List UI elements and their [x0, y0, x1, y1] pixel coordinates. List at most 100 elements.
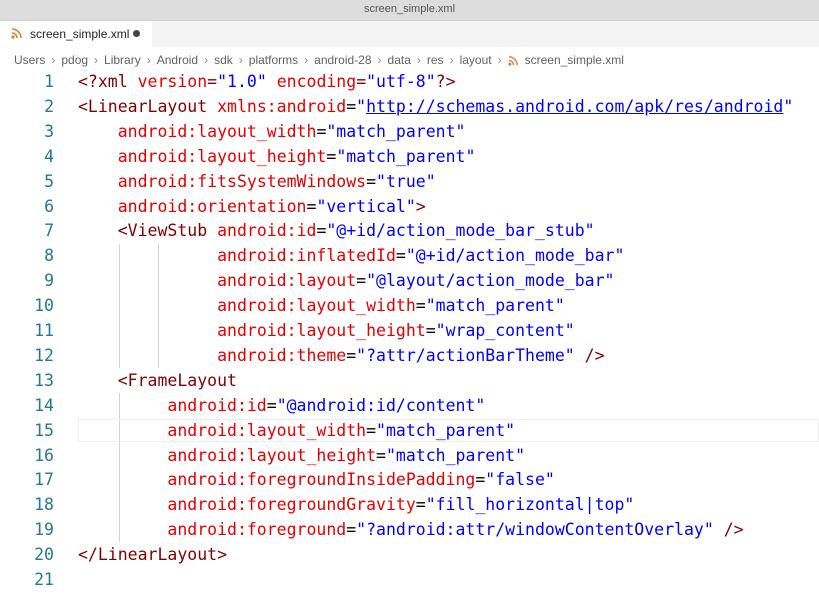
breadcrumb-item[interactable]: Users	[14, 53, 45, 67]
code-token: <?xml	[78, 72, 138, 91]
code-token: "fill_horizontal|top"	[425, 495, 635, 515]
line-number: 12	[34, 345, 54, 365]
code-token: >	[415, 196, 426, 216]
code-line[interactable]: 11 android:layout_height="wrap_content"	[0, 319, 819, 344]
code-text: android:layout_height="match_parent"	[78, 444, 525, 469]
code-token: "match_parent"	[385, 445, 526, 465]
breadcrumb-item[interactable]: pdog	[61, 53, 88, 67]
code-text: android:inflatedId="@+id/action_mode_bar…	[78, 244, 624, 269]
breadcrumb-item[interactable]: data	[388, 53, 411, 67]
breadcrumb-separator-icon: ›	[51, 53, 56, 67]
code-token: "vertical"	[316, 196, 416, 216]
line-number: 20	[34, 545, 54, 565]
code-token: "	[783, 96, 794, 116]
code-token: =	[346, 96, 357, 116]
breadcrumb-separator-icon: ›	[304, 53, 309, 67]
code-token: </LinearLayout>	[78, 545, 228, 565]
breadcrumb-separator-icon: ›	[416, 53, 421, 67]
code-token: "match_parent"	[376, 420, 516, 440]
code-token: =	[415, 495, 426, 515]
code-line[interactable]: 8 android:inflatedId="@+id/action_mode_b…	[0, 244, 819, 269]
code-line[interactable]: 20 </LinearLayout>	[0, 543, 819, 568]
breadcrumb-item[interactable]: android-28	[314, 53, 371, 67]
code-token: "@android:id/content"	[276, 395, 486, 415]
breadcrumb-item[interactable]: screen_simple.xml	[525, 53, 624, 67]
breadcrumb-item[interactable]: Android	[157, 53, 198, 67]
code-token: =	[326, 146, 337, 166]
code-token: android:id	[167, 395, 267, 415]
code-line[interactable]: 10 android:layout_width="match_parent"	[0, 294, 819, 319]
code-token: "utf-8"	[366, 72, 436, 91]
code-line[interactable]: 13 <FrameLayout	[0, 369, 819, 394]
code-token: "wrap_content"	[435, 321, 575, 340]
code-token: =	[425, 321, 436, 340]
breadcrumb-item[interactable]: platforms	[249, 53, 298, 67]
code-token: "1.0"	[217, 72, 267, 91]
code-line[interactable]: 3 android:layout_width="match_parent"	[0, 120, 819, 145]
code-text: android:foregroundInsidePadding="false"	[78, 468, 554, 493]
code-token: android:layout_width	[217, 296, 416, 316]
code-line[interactable]: 12 android:theme="?attr/actionBarTheme" …	[0, 344, 819, 369]
breadcrumb-item[interactable]: sdk	[214, 53, 233, 67]
code-token: "	[356, 96, 367, 116]
code-token: =	[207, 72, 218, 91]
code-text: android:layout_width="match_parent"	[78, 419, 515, 444]
code-token: <ViewStub	[117, 221, 218, 241]
code-token: xmlns:android	[217, 96, 347, 116]
code-line[interactable]: 6 android:orientation="vertical">	[0, 195, 819, 220]
code-token: =	[395, 246, 406, 266]
code-line[interactable]: 1 <?xml version="1.0" encoding="utf-8"?>	[0, 70, 819, 95]
code-line[interactable]: 14 android:id="@android:id/content"	[0, 394, 819, 419]
code-token: "?android:attr/windowContentOverlay"	[356, 520, 714, 540]
code-line[interactable]: 17 android:foregroundInsidePadding="fals…	[0, 468, 819, 493]
breadcrumb-item[interactable]: Library	[104, 53, 141, 67]
code-line[interactable]: 15 android:layout_width="match_parent"	[0, 418, 819, 444]
line-number: 8	[44, 246, 54, 266]
line-number: 10	[34, 296, 54, 316]
code-token: android:layout_height	[167, 445, 377, 465]
window-titlebar: screen_simple.xml	[0, 0, 819, 21]
code-text: android:layout_height="match_parent"	[78, 145, 476, 170]
code-token: =	[316, 221, 327, 241]
line-number: 19	[34, 520, 54, 540]
code-token: "@layout/action_mode_bar"	[366, 271, 615, 291]
code-line[interactable]: 21	[0, 568, 819, 593]
code-line[interactable]: 16 android:layout_height="match_parent"	[0, 444, 819, 469]
code-line[interactable]: 4 android:layout_height="match_parent"	[0, 145, 819, 170]
unsaved-dot-icon[interactable]	[133, 30, 140, 37]
code-editor[interactable]: 1 <?xml version="1.0" encoding="utf-8"?> 2…	[0, 70, 819, 605]
code-line[interactable]: 9 android:layout="@layout/action_mode_ba…	[0, 269, 819, 294]
tab-bar: screen_simple.xml	[0, 21, 819, 47]
tab-screen-simple-xml[interactable]: screen_simple.xml	[0, 21, 152, 47]
breadcrumb-item[interactable]: layout	[460, 53, 492, 67]
code-line[interactable]: 19 android:foreground="?android:attr/win…	[0, 518, 819, 543]
breadcrumb-item[interactable]: res	[427, 53, 444, 67]
code-token: />	[713, 520, 744, 540]
line-number: 5	[44, 171, 54, 191]
code-token: =	[356, 72, 367, 91]
code-token: android:layout_height	[217, 321, 426, 340]
line-number: 15	[34, 420, 54, 440]
code-line[interactable]: 2 <LinearLayout xmlns:android="http://sch…	[0, 95, 819, 120]
code-text: android:foregroundGravity="fill_horizont…	[78, 493, 634, 518]
line-number: 16	[34, 445, 54, 465]
line-number: 4	[44, 146, 54, 166]
code-token: version	[137, 72, 208, 91]
code-text: <ViewStub android:id="@+id/action_mode_b…	[78, 219, 595, 244]
code-line[interactable]: 7 <ViewStub android:id="@+id/action_mode…	[0, 219, 819, 244]
line-number: 6	[44, 196, 54, 216]
code-line[interactable]: 18 android:foregroundGravity="fill_horiz…	[0, 493, 819, 518]
code-line[interactable]: 5 android:fitsSystemWindows="true"	[0, 170, 819, 195]
code-token: =	[346, 520, 357, 540]
code-text: </LinearLayout>	[78, 543, 227, 568]
